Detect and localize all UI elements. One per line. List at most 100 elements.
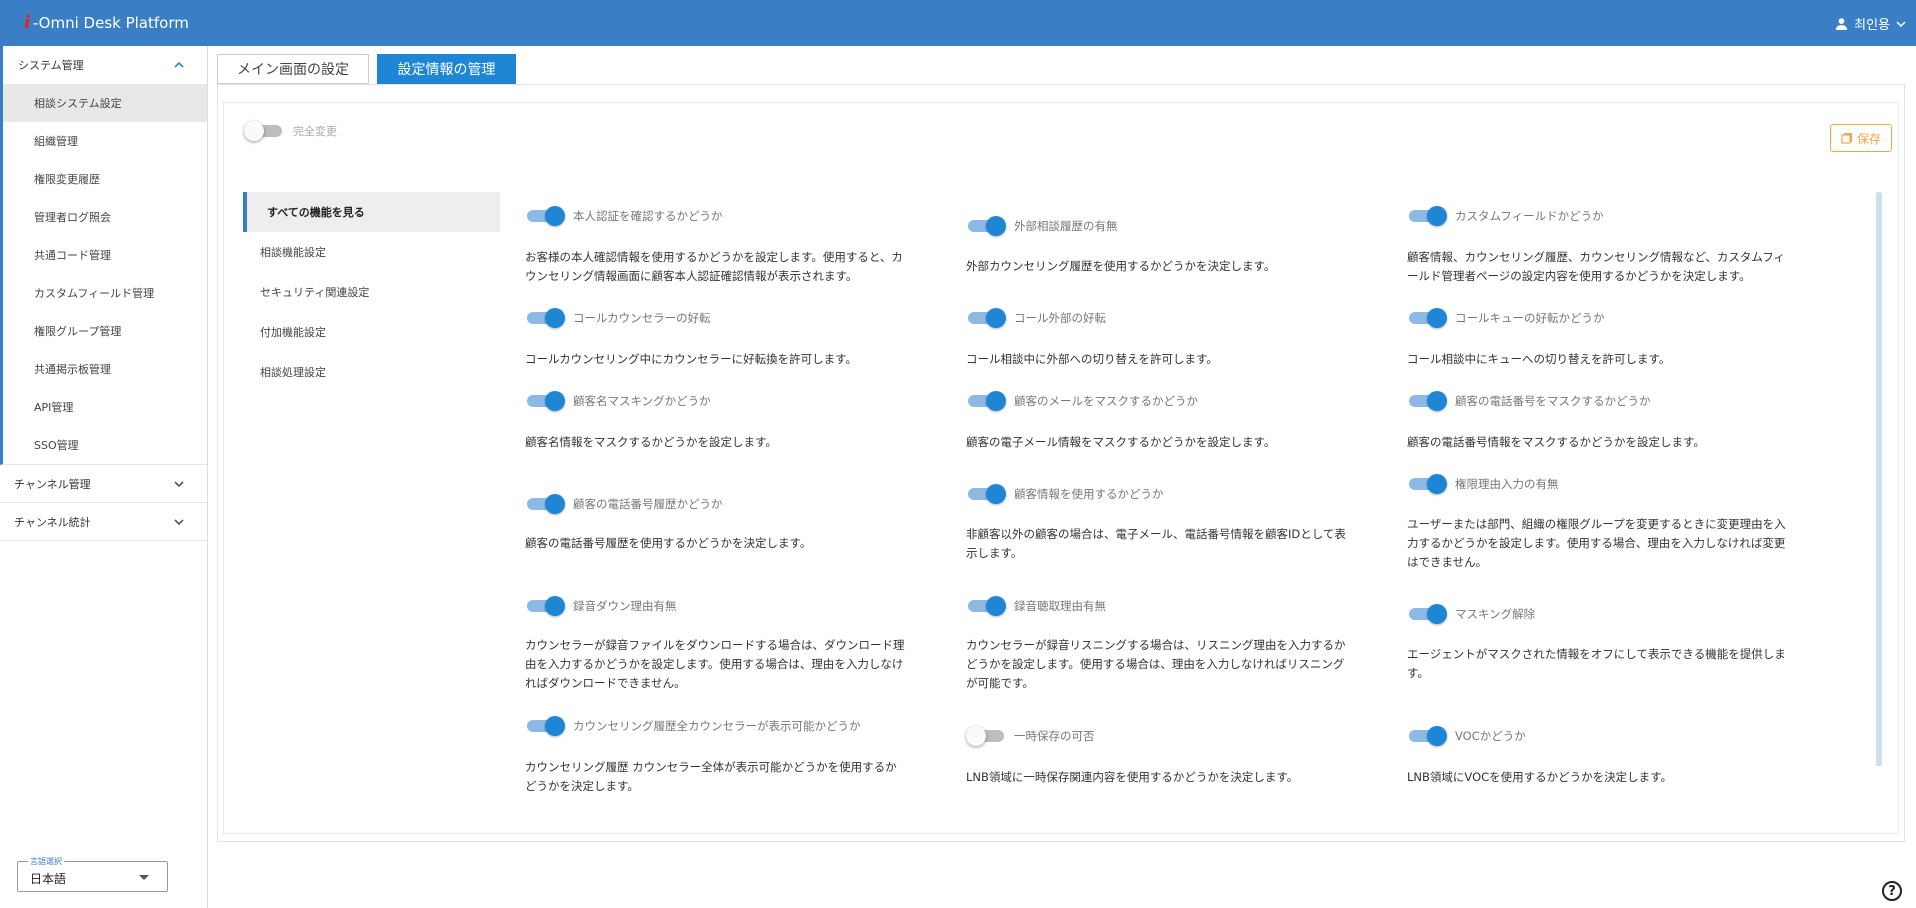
feature-toggle[interactable] xyxy=(1407,391,1447,411)
chevron-down-icon xyxy=(1896,20,1906,27)
feature-toggle[interactable] xyxy=(966,484,1006,504)
full-change-control: 完全変更 xyxy=(244,121,337,141)
feature-title: カウンセリング履歴全カウンセラーが表示可能かどうか xyxy=(573,719,861,733)
sidebar-submenu: 相談システム設定 組織管理 権限変更履歴 管理者ログ照会 共通コード管理 カスタ… xyxy=(0,84,207,465)
feature-title: カスタムフィールドかどうか xyxy=(1455,209,1604,223)
feature-toggle[interactable] xyxy=(966,216,1006,236)
help-icon[interactable]: ? xyxy=(1882,881,1902,901)
sidebar-item-custom-field[interactable]: カスタムフィールド管理 xyxy=(3,274,207,312)
feature-scrollbar[interactable] xyxy=(1876,192,1882,766)
feature-title: 顧客名マスキングかどうか xyxy=(573,394,711,408)
feature-title: コールキューの好転かどうか xyxy=(1455,311,1605,325)
feature-description: LNB領域に一時保存関連内容を使用するかどうかを決定します。 xyxy=(966,770,1299,784)
feature-description: コールカウンセリング中にカウンセラーに好転換を許可します。 xyxy=(525,352,858,366)
feature-title: 権限理由入力の有無 xyxy=(1455,477,1559,491)
tab-settings-management[interactable]: 設定情報の管理 xyxy=(377,54,516,84)
sidebar-item-permission-group[interactable]: 権限グループ管理 xyxy=(3,312,207,350)
tab-main-screen[interactable]: メイン画面の設定 xyxy=(217,54,369,84)
language-select-value: 日本語 xyxy=(30,872,67,886)
user-name: 최인용 xyxy=(1854,18,1890,33)
sidebar-item-permission-history[interactable]: 権限変更履歴 xyxy=(3,160,207,198)
dropdown-arrow-icon xyxy=(139,875,149,880)
feature-toggle[interactable] xyxy=(525,596,565,616)
feature-title: 外部相談履歴の有無 xyxy=(1014,219,1118,233)
feature-toggle[interactable] xyxy=(525,308,565,328)
feature-description: お客様の本人確認情報を使用するかどうかを設定します。使用すると、カ ウンセリング… xyxy=(525,250,903,283)
sidebar-item-consult-system[interactable]: 相談システム設定 xyxy=(3,84,207,122)
feature-toggle[interactable] xyxy=(525,206,565,226)
copy-icon xyxy=(1841,133,1852,144)
feature-toggle[interactable] xyxy=(525,716,565,736)
feature-toggle[interactable] xyxy=(525,494,565,514)
chevron-down-icon xyxy=(174,519,184,526)
feature-title: コールカウンセラーの好転 xyxy=(573,311,711,325)
feature-title: 録音聴取理由有無 xyxy=(1014,599,1106,613)
sidebar: システム管理 相談システム設定 組織管理 権限変更履歴 管理者ログ照会 共通コー… xyxy=(0,46,208,908)
category-security[interactable]: セキュリティ関連設定 xyxy=(243,272,500,312)
save-label: 保存 xyxy=(1856,131,1881,146)
full-change-label: 完全変更 xyxy=(293,125,337,138)
feature-toggle[interactable] xyxy=(1407,206,1447,226)
feature-title: コール外部の好転 xyxy=(1014,311,1106,325)
category-processing[interactable]: 相談処理設定 xyxy=(243,352,500,392)
feature-toggle[interactable] xyxy=(966,308,1006,328)
feature-description: カウンセラーが録音リスニングする場合は、リスニング理由を入力するか どうかを設定… xyxy=(966,638,1346,690)
language-select-label: 言語選択 xyxy=(28,856,64,867)
feature-description: 顧客の電話番号情報をマスクするかどうかを設定します。 xyxy=(1407,435,1705,449)
feature-description: 顧客情報、カウンセリング履歴、カウンセリング情報など、カスタムフィ ールド管理者… xyxy=(1407,250,1786,283)
sidebar-item-sso[interactable]: SSO管理 xyxy=(3,426,207,464)
feature-item: 顧客の電話番号履歴かどうか顧客の電話番号履歴を使用するかどうかを決定します。 xyxy=(525,494,965,550)
sidebar-item-common-code[interactable]: 共通コード管理 xyxy=(3,236,207,274)
feature-item: 顧客情報を使用するかどうか 非顧客以外の顧客の場合は、電子メール、電話番号情報を顧… xyxy=(966,484,1406,560)
save-button[interactable]: 保存 xyxy=(1830,124,1892,152)
user-icon xyxy=(1835,18,1848,30)
app-title: -Omni Desk Platform xyxy=(32,13,189,32)
feature-item: 外部相談履歴の有無外部カウンセリング履歴を使用するかどうかを決定します。 xyxy=(966,216,1406,273)
sidebar-group-system[interactable]: システム管理 xyxy=(0,46,207,84)
sidebar-item-board[interactable]: 共通掲示板管理 xyxy=(3,350,207,388)
feature-toggle[interactable] xyxy=(966,391,1006,411)
sidebar-item-org[interactable]: 組織管理 xyxy=(3,122,207,160)
feature-item: コールキューの好転かどうかコール相談中にキューへの切り替えを許可します。 xyxy=(1407,308,1847,366)
feature-toggle[interactable] xyxy=(1407,474,1447,494)
feature-toggle[interactable] xyxy=(1407,308,1447,328)
language-select[interactable]: 言語選択 日本語 xyxy=(17,856,168,892)
feature-title: 顧客のメールをマスクするかどうか xyxy=(1014,394,1198,408)
feature-description: LNB領域にVOCを使用するかどうかを決定します。 xyxy=(1407,770,1672,784)
feature-toggle[interactable] xyxy=(966,726,1006,746)
category-all[interactable]: すべての機能を見る xyxy=(243,192,500,232)
sidebar-item-api[interactable]: API管理 xyxy=(3,388,207,426)
feature-item: 権限理由入力の有無ユーザーまたは部門、組織の権限グループを変更するときに変更理由… xyxy=(1407,474,1847,569)
feature-toggle[interactable] xyxy=(525,391,565,411)
sidebar-group-channel[interactable]: チャンネル管理 xyxy=(0,465,207,503)
sidebar-item-admin-log[interactable]: 管理者ログ照会 xyxy=(3,198,207,236)
chevron-down-icon xyxy=(174,481,184,488)
feature-description: コール相談中にキューへの切り替えを許可します。 xyxy=(1407,352,1671,366)
feature-title: 顧客の電話番号をマスクするかどうか xyxy=(1455,394,1651,408)
feature-toggle[interactable] xyxy=(966,596,1006,616)
category-additional[interactable]: 付加機能設定 xyxy=(243,312,500,352)
user-menu[interactable]: 최인용 xyxy=(1835,14,1906,33)
feature-toggle[interactable] xyxy=(1407,726,1447,746)
full-change-toggle[interactable] xyxy=(244,121,284,141)
category-consult[interactable]: 相談機能設定 xyxy=(243,232,500,272)
feature-description: 外部カウンセリング履歴を使用するかどうかを決定します。 xyxy=(966,259,1276,273)
feature-item: 録音ダウン理由有無カウンセラーが録音ファイルをダウンロードする場合は、ダウンロー… xyxy=(525,596,965,690)
feature-item: 顧客のメールをマスクするかどうか 顧客の電子メール情報をマスクするかどうかを設定し… xyxy=(966,391,1406,449)
feature-description: カウンセリング履歴 カウンセラー全体が表示可能かどうかを使用するか どうかを決定… xyxy=(525,760,897,793)
scrollbar-thumb[interactable] xyxy=(1876,192,1882,766)
feature-item: コール外部の好転 コール相談中に外部への切り替えを許可します。 xyxy=(966,308,1406,366)
feature-item: 顧客名マスキングかどうか 顧客名情報をマスクするかどうかを設定します。 xyxy=(525,391,965,449)
feature-description: 顧客の電話番号履歴を使用するかどうかを決定します。 xyxy=(525,536,812,550)
feature-toggle[interactable] xyxy=(1407,604,1447,624)
top-bar: i -Omni Desk Platform 최인용 xyxy=(0,0,1916,46)
feature-item: 一時保存の可否 LNB領域に一時保存関連内容を使用するかどうかを決定します。 xyxy=(966,726,1406,784)
feature-description: ユーザーまたは部門、組織の権限グループを変更するときに変更理由を入 力するかどう… xyxy=(1407,517,1786,569)
sidebar-group-label: チャンネル統計 xyxy=(14,515,91,529)
feature-title: 顧客の電話番号履歴かどうか xyxy=(573,497,723,511)
feature-title: 録音ダウン理由有無 xyxy=(573,599,677,613)
sidebar-group-label: チャンネル管理 xyxy=(14,477,91,491)
app-logo[interactable]: i -Omni Desk Platform xyxy=(24,12,189,33)
feature-description: カウンセラーが録音ファイルをダウンロードする場合は、ダウンロード理 由を入力する… xyxy=(525,638,905,690)
sidebar-group-stats[interactable]: チャンネル統計 xyxy=(0,503,207,541)
